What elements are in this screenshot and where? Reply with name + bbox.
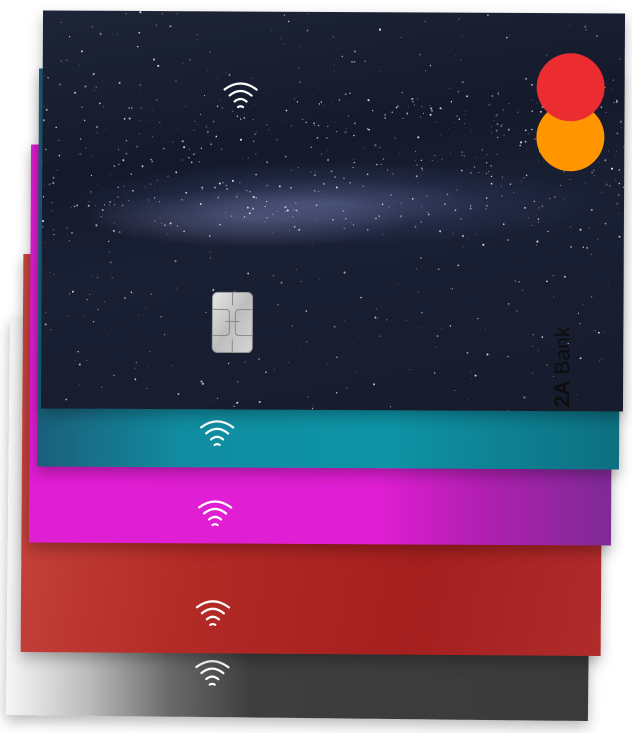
contactless-icon bbox=[193, 597, 233, 631]
contactless-icon bbox=[192, 657, 232, 691]
mastercard-red-circle bbox=[536, 53, 605, 122]
contactless-icon bbox=[197, 417, 237, 451]
contactless-icon bbox=[221, 79, 261, 113]
card-galaxy[interactable]: 2A Bank bbox=[40, 10, 626, 412]
mastercard-logo bbox=[534, 45, 607, 175]
contactless-icon bbox=[195, 497, 235, 531]
card-stack: 2A Bank bbox=[0, 0, 632, 733]
chip-icon bbox=[211, 291, 254, 354]
bank-name-bold: 2A bbox=[550, 380, 575, 408]
bank-name: 2A Bank bbox=[549, 313, 579, 408]
bank-name-rest: Bank bbox=[551, 326, 575, 381]
